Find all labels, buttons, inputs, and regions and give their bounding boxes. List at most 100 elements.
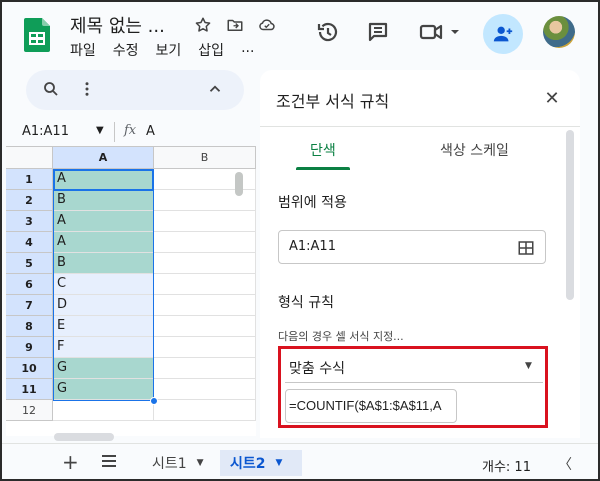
column-header-b[interactable]: B (154, 147, 256, 169)
share-button[interactable] (483, 14, 523, 54)
sheet-tab-2[interactable]: 시트2 ▼ (220, 450, 302, 476)
grid-vertical-scrollbar[interactable] (235, 172, 243, 196)
chevron-down-icon[interactable]: ▼ (197, 458, 204, 468)
sheet-tab-2-label: 시트2 (230, 456, 266, 472)
tab-color-scale[interactable]: 색상 스케일 (440, 140, 509, 160)
row-header[interactable]: 1 (6, 169, 53, 190)
fx-icon: fx (124, 123, 137, 138)
chevron-left-icon[interactable]: 〈 (558, 454, 572, 474)
app-window: 제목 없는 ... 파일 수정 보기 삽입 ... A1:A11 ▼ fx A … (0, 0, 600, 481)
cell-b[interactable] (154, 316, 256, 337)
cell-a[interactable]: F (53, 337, 154, 358)
cell-b[interactable] (154, 211, 256, 232)
row-header[interactable]: 6 (6, 274, 53, 295)
name-box-dropdown-icon[interactable]: ▼ (96, 125, 104, 136)
table-row: 11 G (6, 379, 256, 400)
table-row: 3A (6, 211, 256, 232)
panel-scrollbar[interactable] (566, 130, 574, 300)
cell-a[interactable]: B (53, 253, 154, 274)
table-row: 5B (6, 253, 256, 274)
row-header[interactable]: 9 (6, 337, 53, 358)
cell-a[interactable]: B (53, 190, 154, 211)
cell-a[interactable] (53, 400, 154, 421)
row-header[interactable]: 3 (6, 211, 53, 232)
cell-b[interactable] (154, 400, 256, 421)
menu-more[interactable]: ... (241, 40, 254, 60)
condition-value: 맞춤 수식 (289, 361, 345, 377)
sheet-tab-bar: + 시트1 ▼ 시트2 ▼ 개수: 11 〈 (2, 443, 598, 479)
menu-insert[interactable]: 삽입 (198, 40, 224, 60)
formula-input[interactable]: A (146, 124, 155, 139)
top-bar: 제목 없는 ... 파일 수정 보기 삽입 ... (2, 2, 598, 64)
cell-a[interactable]: C (53, 274, 154, 295)
sheet-tab-1[interactable]: 시트1 ▼ (152, 450, 204, 476)
tab-single-color[interactable]: 단색 (310, 140, 336, 160)
all-sheets-icon[interactable] (100, 453, 118, 473)
cell-a[interactable]: G (53, 379, 154, 400)
close-icon[interactable]: ✕ (540, 86, 564, 110)
format-rules-label: 형식 규칙 (278, 295, 334, 311)
menu-bar: 파일 수정 보기 삽입 ... (70, 40, 271, 60)
range-label: 범위에 적용 (278, 195, 347, 211)
row-header[interactable]: 10 (6, 358, 53, 379)
cell-b[interactable] (154, 232, 256, 253)
chevron-down-icon[interactable]: ▼ (276, 458, 283, 468)
move-folder-icon[interactable] (224, 14, 246, 36)
sheets-logo-icon[interactable] (24, 18, 50, 52)
cell-b[interactable] (154, 358, 256, 379)
cell-b[interactable] (154, 274, 256, 295)
star-icon[interactable] (192, 14, 214, 36)
table-row: 10 G (6, 358, 256, 379)
custom-formula-input[interactable]: =COUNTIF($A$1:$A$11,A (285, 389, 457, 423)
range-input[interactable]: A1:A11 (278, 230, 546, 264)
cell-b[interactable] (154, 253, 256, 274)
avatar[interactable] (543, 16, 575, 48)
grid-select-icon[interactable] (517, 239, 535, 261)
select-all-corner[interactable] (6, 147, 53, 169)
more-vert-icon[interactable] (78, 80, 96, 102)
add-sheet-button[interactable]: + (62, 450, 79, 474)
cell-a[interactable]: G (53, 358, 154, 379)
cell-b[interactable] (154, 379, 256, 400)
name-box[interactable]: A1:A11 (22, 124, 69, 139)
row-header[interactable]: 8 (6, 316, 53, 337)
table-row: 12 (6, 400, 256, 421)
panel-title: 조건부 서식 규칙 (276, 92, 390, 111)
cell-b[interactable] (154, 337, 256, 358)
active-cell[interactable] (53, 169, 154, 191)
formula-bar: A1:A11 ▼ fx A (6, 118, 256, 146)
cell-b[interactable] (154, 295, 256, 316)
selection-count[interactable]: 개수: 11 (482, 456, 531, 475)
row-header[interactable]: 5 (6, 253, 53, 274)
comment-icon[interactable] (364, 18, 392, 46)
chevron-up-icon[interactable] (206, 80, 224, 102)
table-row: 6C (6, 274, 256, 295)
table-row: 7D (6, 295, 256, 316)
row-header[interactable]: 7 (6, 295, 53, 316)
cloud-saved-icon[interactable] (256, 14, 278, 36)
menu-edit[interactable]: 수정 (113, 40, 139, 60)
toolbar-collapsed (26, 70, 244, 110)
formula-bar-divider (114, 122, 115, 142)
menu-view[interactable]: 보기 (156, 40, 182, 60)
grid-horizontal-scrollbar[interactable] (54, 433, 114, 441)
history-icon[interactable] (314, 18, 342, 46)
custom-formula-value[interactable]: =COUNTIF($A$1:$A$11,A (289, 398, 442, 413)
chevron-down-icon[interactable]: ▼ (525, 361, 532, 371)
document-title[interactable]: 제목 없는 ... (70, 12, 165, 38)
fill-handle[interactable] (150, 397, 158, 405)
row-header[interactable]: 4 (6, 232, 53, 253)
column-header-a[interactable]: A (53, 147, 154, 169)
row-header[interactable]: 2 (6, 190, 53, 211)
row-header[interactable]: 12 (6, 400, 53, 421)
condition-select[interactable]: 맞춤 수식 ▼ (285, 353, 543, 383)
cell-a[interactable]: D (53, 295, 154, 316)
menu-file[interactable]: 파일 (70, 40, 96, 60)
cell-a[interactable]: A (53, 211, 154, 232)
search-icon[interactable] (42, 80, 60, 102)
cell-a[interactable]: A (53, 232, 154, 253)
meet-icon[interactable] (416, 18, 464, 46)
range-value[interactable]: A1:A11 (289, 239, 336, 254)
cell-a[interactable]: E (53, 316, 154, 337)
row-header[interactable]: 11 (6, 379, 53, 400)
